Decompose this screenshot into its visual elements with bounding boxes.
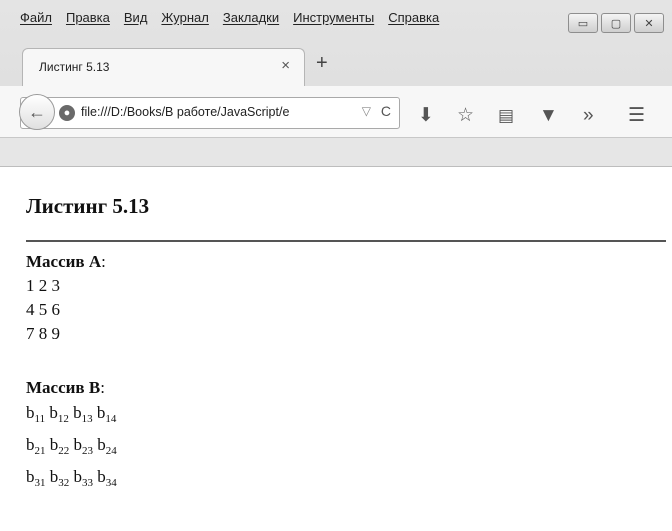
browser-chrome: Файл Правка Вид Журнал Закладки Инструме… xyxy=(0,0,672,167)
url-text[interactable]: file:///D:/Books/В работе/JavaScript/e xyxy=(81,105,351,119)
menu-help[interactable]: Справка xyxy=(388,10,439,25)
array-b-cell-index: 31 xyxy=(34,477,46,489)
bookmarks-toolbar xyxy=(0,138,672,167)
reload-icon[interactable]: C xyxy=(381,103,391,119)
globe-icon: ● xyxy=(59,105,75,121)
minimize-button[interactable]: ▭ xyxy=(568,13,598,33)
array-b-cell: b12 xyxy=(49,403,69,425)
menu-edit[interactable]: Правка xyxy=(66,10,110,25)
array-b-cell-base: b xyxy=(49,403,58,422)
array-b-cell-index: 33 xyxy=(82,477,93,489)
menu-bookmarks[interactable]: Закладки xyxy=(223,10,279,25)
pocket-icon[interactable]: ▼ xyxy=(539,106,558,126)
tab-strip: Листинг 5.13 × + xyxy=(0,40,672,86)
array-b-cell-base: b xyxy=(73,467,83,486)
array-a-colon: : xyxy=(101,252,106,271)
array-a-row: 7 8 9 xyxy=(26,324,60,343)
close-window-button[interactable]: ✕ xyxy=(634,13,664,33)
array-b-heading: Массив B: xyxy=(26,376,117,400)
download-icon[interactable]: ⬇ xyxy=(418,106,434,126)
url-bar[interactable]: ← ● file:///D:/Books/В работе/JavaScript… xyxy=(19,94,400,130)
array-b-block: Массив B: b11 b12 b13 b14 b21 b22 b23 b24… xyxy=(26,376,117,496)
array-b-row: b31 b32 b33 b34 xyxy=(26,464,117,496)
array-b-cell-base: b xyxy=(97,435,106,454)
array-b-cell: b21 xyxy=(26,435,46,457)
array-b-rows: b11 b12 b13 b14 b21 b22 b23 b24 b31 b32 b3… xyxy=(26,400,117,496)
new-tab-button[interactable]: + xyxy=(316,52,328,75)
star-icon[interactable]: ☆ xyxy=(457,106,474,126)
overflow-icon[interactable]: » xyxy=(583,106,594,126)
array-b-cell-index: 21 xyxy=(34,445,46,457)
tab-active[interactable]: Листинг 5.13 × xyxy=(22,48,305,86)
menu-history[interactable]: Журнал xyxy=(161,10,208,25)
array-b-cell-base: b xyxy=(73,435,83,454)
array-b-cell-base: b xyxy=(26,435,35,454)
minimize-icon: ▭ xyxy=(577,17,589,30)
array-b-cell-index: 13 xyxy=(81,413,93,425)
array-b-cell: b23 xyxy=(73,435,94,457)
array-b-cell: b32 xyxy=(49,467,70,489)
array-b-cell: b24 xyxy=(97,435,117,457)
array-b-cell: b34 xyxy=(97,467,117,489)
array-b-cell-base: b xyxy=(97,467,106,486)
array-b-cell-base: b xyxy=(26,467,35,486)
array-b-cell-index: 11 xyxy=(34,413,46,425)
reading-list-icon[interactable]: ▤ xyxy=(498,106,514,126)
array-b-label: Массив B xyxy=(26,378,101,397)
array-b-cell-index: 24 xyxy=(105,445,117,457)
page-title: Листинг 5.13 xyxy=(26,194,150,218)
page-content: Листинг 5.13 Массив A: 1 2 3 4 5 6 7 8 9… xyxy=(0,167,672,531)
array-b-row: b11 b12 b13 b14 xyxy=(26,400,117,432)
menu-tools[interactable]: Инструменты xyxy=(293,10,374,25)
tab-title: Листинг 5.13 xyxy=(39,60,110,74)
array-a-heading: Массив A: xyxy=(26,250,106,274)
array-b-cell-index: 23 xyxy=(82,445,93,457)
array-b-cell-base: b xyxy=(49,435,59,454)
back-arrow-icon: ← xyxy=(28,101,46,122)
menu-file[interactable]: Файл xyxy=(20,10,52,25)
horizontal-rule xyxy=(26,240,666,242)
array-b-cell-base: b xyxy=(26,403,35,422)
array-b-cell-index: 32 xyxy=(58,477,70,489)
maximize-icon: ▢ xyxy=(610,17,622,30)
navigation-bar: ← ● file:///D:/Books/В работе/JavaScript… xyxy=(0,86,672,138)
array-b-row: b21 b22 b23 b24 xyxy=(26,432,117,464)
menu-icon[interactable]: ☰ xyxy=(628,106,645,126)
array-a-row: 1 2 3 xyxy=(26,276,60,295)
array-b-cell-index: 12 xyxy=(57,413,69,425)
array-b-cell-base: b xyxy=(49,467,59,486)
array-b-cell: b11 xyxy=(26,403,46,425)
array-b-cell-index: 22 xyxy=(58,445,70,457)
array-a-row: 4 5 6 xyxy=(26,300,60,319)
window-controls: ▭ ▢ ✕ xyxy=(568,13,664,33)
tab-close-icon[interactable]: × xyxy=(281,57,290,74)
array-b-colon: : xyxy=(100,378,105,397)
maximize-button[interactable]: ▢ xyxy=(601,13,631,33)
menu-bar: Файл Правка Вид Журнал Закладки Инструме… xyxy=(0,0,540,34)
back-button[interactable]: ← xyxy=(19,94,55,130)
array-b-cell-index: 14 xyxy=(105,413,117,425)
menu-view[interactable]: Вид xyxy=(124,10,148,25)
array-b-cell: b33 xyxy=(73,467,94,489)
array-b-cell: b31 xyxy=(26,467,46,489)
array-a-label: Массив A xyxy=(26,252,102,271)
url-dropdown-icon[interactable]: ▽ xyxy=(362,104,371,118)
array-a-block: Массив A: 1 2 3 4 5 6 7 8 9 xyxy=(26,250,106,346)
array-b-cell-index: 34 xyxy=(105,477,117,489)
array-b-cell: b14 xyxy=(97,403,117,425)
array-b-cell: b13 xyxy=(73,403,93,425)
close-icon: ✕ xyxy=(644,17,654,30)
array-b-cell: b22 xyxy=(49,435,70,457)
array-b-cell-base: b xyxy=(73,403,82,422)
